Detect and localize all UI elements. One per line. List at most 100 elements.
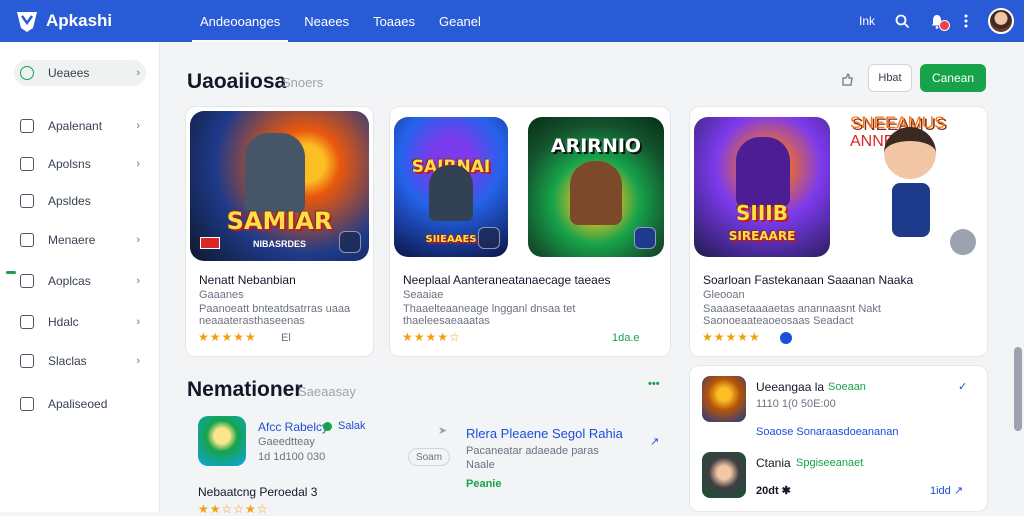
list-item-meta: 1d 1d100 030 xyxy=(258,451,326,463)
sidebar-item-4[interactable]: Menaere › xyxy=(14,227,146,253)
nav-item-3[interactable]: Geanel xyxy=(427,0,493,42)
home-icon xyxy=(20,66,34,80)
list-item-title[interactable]: Ueeangaa la xyxy=(756,380,824,394)
character-figure xyxy=(429,165,473,221)
list-card: Ueeangaa la Soeaan 1110 1(0 50E:00 Soaos… xyxy=(689,365,988,512)
app-description-2: thaeleesaeaaatas xyxy=(403,315,490,327)
user-avatar[interactable] xyxy=(988,8,1014,34)
character-figure xyxy=(736,137,790,207)
character-figure xyxy=(570,161,622,225)
section-title: Nemationer xyxy=(187,378,303,401)
character-face xyxy=(884,127,936,179)
list-item-title[interactable]: Afcc Rabelcy xyxy=(258,420,328,434)
scrollbar[interactable] xyxy=(1013,42,1024,512)
section-title: Uaoaiiosa xyxy=(187,70,287,93)
list-item-tag: Spgiseeanaet xyxy=(796,457,864,469)
app-logo[interactable]: Apkashi xyxy=(14,8,184,34)
chevron-right-icon: › xyxy=(136,316,140,328)
sidebar-item-label: Aoplcas xyxy=(48,274,91,288)
rating-stars: ★★☆☆★☆ xyxy=(198,502,269,516)
app-title: Neeplaal Aanteraneatanaecage taeaes xyxy=(403,273,611,287)
share-icon[interactable]: ↗ xyxy=(650,435,659,448)
app-title: Nenatt Nebanbian xyxy=(199,273,296,287)
featured-card[interactable]: SAMIAR NIBASRDES Nenatt Nebanbian Gaaane… xyxy=(185,106,374,357)
list-item-title[interactable]: Rlera Pleaene Segol Rahia xyxy=(466,426,623,441)
open-button[interactable]: Soam xyxy=(408,448,450,466)
notification-badge xyxy=(939,20,950,31)
sidebar-item-label: Ueaees xyxy=(48,66,90,80)
notification-icon[interactable] xyxy=(930,13,950,31)
thumbnail-title: SIIIB xyxy=(736,201,788,225)
rating-stars: ★★★★★ xyxy=(198,330,257,344)
primary-action-button[interactable]: Canean xyxy=(920,64,986,92)
sidebar-item-label: Apsldes xyxy=(48,194,91,208)
chat-icon xyxy=(20,354,34,368)
chevron-right-icon: › xyxy=(136,67,140,79)
send-icon[interactable]: ➤ xyxy=(438,424,447,437)
search-icon[interactable] xyxy=(895,14,910,29)
top-right-actions: Ink xyxy=(859,0,1024,42)
list-item-link[interactable]: 1idd ↗ xyxy=(930,484,963,497)
more-icon[interactable]: ••• xyxy=(648,378,660,390)
app-description-2: neaaaterasthaseenas xyxy=(199,315,305,327)
rating-stars: ★★★★☆ xyxy=(402,330,461,344)
list-item-tag: Salak xyxy=(338,420,366,432)
sidebar-item-1[interactable]: Apalenant › xyxy=(14,113,146,139)
image-icon xyxy=(20,233,34,247)
sidebar-item-6[interactable]: Hdalc › xyxy=(14,309,146,335)
game-thumbnail[interactable]: SAMIAR NIBASRDES xyxy=(190,111,369,261)
verified-icon xyxy=(780,332,792,344)
game-artwork[interactable]: SNEEAMUS ANNE xyxy=(850,113,978,257)
more-vertical-icon[interactable] xyxy=(964,14,968,28)
chevron-right-icon: › xyxy=(136,275,140,287)
chevron-right-icon: › xyxy=(136,355,140,367)
nav-item-0[interactable]: Andeooanges xyxy=(188,0,292,42)
sidebar-item-label: Apalenant xyxy=(48,119,103,133)
section-subtitle: Snoers xyxy=(282,75,324,90)
play-icon[interactable] xyxy=(634,227,656,249)
nav-item-1[interactable]: Neaees xyxy=(292,0,361,42)
bookmark-icon[interactable] xyxy=(840,72,854,86)
scrollbar-thumb[interactable] xyxy=(1014,347,1022,431)
featured-card[interactable]: SIIIB SIREAARE SNEEAMUS ANNE Soarloan Fa… xyxy=(689,106,988,357)
featured-card[interactable]: SAIRNAI SIIEAAES ARIRNIO Neeplaal Aanter… xyxy=(389,106,671,357)
app-category: Seaaiae xyxy=(403,289,444,301)
check-icon[interactable]: ✓ xyxy=(958,380,967,393)
heart-icon xyxy=(20,315,34,329)
sidebar-item-label: Hdalc xyxy=(48,315,79,329)
folder-icon xyxy=(20,157,34,171)
chevron-right-icon: › xyxy=(136,234,140,246)
language-selector[interactable]: Ink xyxy=(859,14,875,28)
download-link[interactable]: 1da.e xyxy=(612,332,640,344)
list-item-desc: Pacaneatar adaeade paras xyxy=(466,445,599,457)
character-figure xyxy=(245,133,305,213)
app-icon[interactable] xyxy=(198,416,246,466)
main-nav: Andeooanges Neaees Toaaes Geanel xyxy=(188,0,493,42)
play-icon[interactable] xyxy=(339,231,361,253)
sidebar-item-3[interactable]: Apsldes xyxy=(14,188,146,214)
list-item-desc: Soaose Sonaraasdoeananan xyxy=(756,426,899,438)
nav-item-2[interactable]: Toaaes xyxy=(361,0,427,42)
sidebar-item-5[interactable]: Aoplcas › xyxy=(14,268,146,294)
sidebar-item-2[interactable]: Apolsns › xyxy=(14,151,146,177)
sidebar-item-label: Menaere xyxy=(48,233,96,247)
share-icon[interactable] xyxy=(950,229,976,255)
app-icon[interactable] xyxy=(702,376,746,422)
sidebar-item-7[interactable]: Slaclas › xyxy=(14,348,146,374)
list-item-title[interactable]: Ctania xyxy=(756,456,791,470)
game-thumbnail[interactable]: SIIIB SIREAARE xyxy=(694,117,830,257)
sidebar-item-label: Slaclas xyxy=(48,354,87,368)
filter-button[interactable]: Hbat xyxy=(868,64,912,92)
settings-icon xyxy=(20,397,34,411)
game-thumbnail[interactable]: ARIRNIO xyxy=(528,117,664,257)
character-body xyxy=(892,183,930,237)
game-thumbnail[interactable]: SAIRNAI SIIEAAES xyxy=(394,117,508,257)
list-item-link[interactable]: Peanie xyxy=(466,478,501,490)
play-icon[interactable] xyxy=(478,227,500,249)
list-item-meta: 20dt ✱ xyxy=(756,485,791,497)
sidebar-item-8[interactable]: Apaliseoed xyxy=(14,391,146,417)
chevron-right-icon: › xyxy=(136,158,140,170)
sidebar-item-0[interactable]: Ueaees › xyxy=(14,60,146,86)
list-item-title: Nebaatcng Peroedal 3 xyxy=(198,485,318,499)
app-icon[interactable] xyxy=(702,452,746,498)
